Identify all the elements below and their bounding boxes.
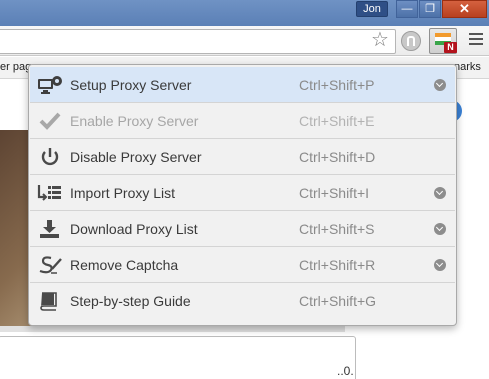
menu-item-label: Enable Proxy Server [70,113,199,129]
menu-item-import-proxy-list[interactable]: Import Proxy List Ctrl+Shift+I [30,175,455,211]
maximize-button[interactable]: ❐ [419,0,441,18]
menu-item-shortcut: Ctrl+Shift+I [299,185,370,201]
bookmark-star-icon[interactable]: ☆ [370,29,390,51]
menu-item-remove-captcha[interactable]: Remove Captcha Ctrl+Shift+R [30,247,455,283]
menu-item-shortcut: Ctrl+Shift+S [299,221,375,237]
shield-extension-icon[interactable] [401,31,421,51]
menu-item-disable-proxy-server[interactable]: Disable Proxy Server Ctrl+Shift+D [30,139,455,175]
download-icon [40,220,59,238]
chevron-down-icon[interactable] [434,187,446,199]
captcha-icon [39,256,62,274]
proxy-extension-menu: Setup Proxy Server Ctrl+Shift+P Enable P… [28,64,457,326]
menu-item-enable-proxy-server[interactable]: Enable Proxy Server Ctrl+Shift+E [30,103,455,139]
browser-menu-icon[interactable] [469,33,483,45]
book-icon [40,292,57,311]
menu-item-label: Step-by-step Guide [70,293,191,309]
menu-item-setup-proxy-server[interactable]: Setup Proxy Server Ctrl+Shift+P [30,67,455,103]
menu-item-download-proxy-list[interactable]: Download Proxy List Ctrl+Shift+S [30,211,455,247]
monitor-gear-icon [38,76,62,94]
chevron-down-icon[interactable] [434,79,446,91]
menu-item-label: Disable Proxy Server [70,149,202,165]
user-profile-badge[interactable]: Jon [356,1,388,17]
proxy-extension-button[interactable]: N [429,28,457,54]
card-text: ..0. [337,364,354,378]
extension-badge: N [444,42,457,53]
menu-item-shortcut: Ctrl+Shift+E [299,113,375,129]
minimize-button[interactable]: — [396,0,418,18]
page-divider [0,326,345,332]
menu-item-shortcut: Ctrl+Shift+R [299,257,376,273]
import-list-icon [37,185,61,201]
menu-item-label: Remove Captcha [70,257,179,273]
power-icon [41,148,59,166]
menu-item-shortcut: Ctrl+Shift+D [299,149,376,165]
menu-item-step-by-step-guide[interactable]: Step-by-step Guide Ctrl+Shift+G [30,283,455,319]
close-button[interactable]: ✕ [442,0,487,18]
chevron-down-icon[interactable] [434,259,446,271]
checkmark-icon [39,112,61,130]
menu-item-label: Import Proxy List [70,185,176,201]
menu-item-shortcut: Ctrl+Shift+P [299,77,375,93]
menu-item-label: Download Proxy List [70,221,198,237]
bookmark-item[interactable]: er pag [0,61,31,73]
menu-item-shortcut: Ctrl+Shift+G [299,293,377,309]
page-content-card [0,336,356,379]
chevron-down-icon[interactable] [434,223,446,235]
address-bar[interactable] [0,29,396,54]
menu-item-label: Setup Proxy Server [70,77,192,93]
other-bookmarks-item[interactable]: narks [454,61,481,73]
